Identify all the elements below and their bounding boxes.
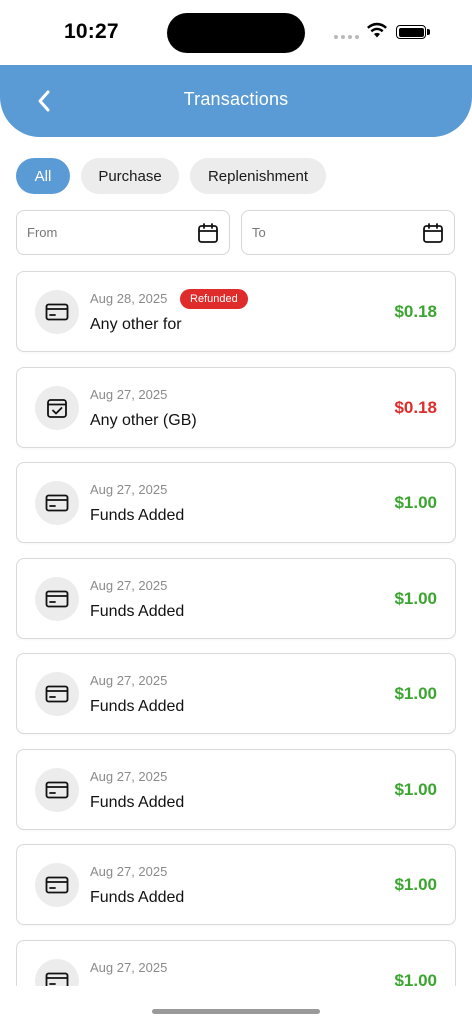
bottom-safe-area (0, 986, 472, 1024)
transaction-row[interactable]: Aug 27, 2025 Funds Added $1.00 (16, 462, 456, 543)
date-to-placeholder: To (252, 225, 266, 240)
dynamic-island (167, 13, 305, 53)
transactions-list[interactable]: Aug 28, 2025 Refunded Any other for $0.18 Au… (16, 271, 456, 986)
transaction-icon-circle (35, 290, 79, 334)
transaction-icon-circle (35, 863, 79, 907)
home-indicator[interactable] (152, 1009, 320, 1014)
calendar-check-icon (46, 397, 68, 419)
transaction-row[interactable]: Aug 27, 2025 Funds Added $1.00 (16, 748, 456, 830)
transaction-date: Aug 27, 2025 (90, 482, 168, 497)
transaction-amount: $1.00 (394, 493, 437, 512)
filter-chip-all[interactable]: All (16, 158, 70, 194)
transaction-row[interactable]: Aug 27, 2025 Funds Added $1.00 (16, 557, 456, 639)
transaction-amount: $0.18 (394, 302, 437, 321)
filter-chip-replenishment[interactable]: Replenishment (190, 158, 326, 194)
transaction-row[interactable]: Aug 27, 2025Funds Added$1.00 (16, 939, 456, 987)
transaction-icon-circle (35, 576, 79, 621)
transaction-date: Aug 27, 2025 (90, 864, 168, 879)
page-title: Transactions (183, 89, 289, 109)
status-time: 10:27 (64, 20, 119, 43)
transaction-row[interactable]: Aug 27, 2025 Funds Added $1.00 (16, 844, 456, 925)
credit-card-icon (45, 781, 69, 799)
filter-chips: All Purchase Replenishment (16, 158, 326, 194)
transaction-amount: $0.18 (394, 397, 437, 417)
status-bar: 10:27 (0, 0, 472, 64)
credit-card-icon (45, 590, 69, 608)
calendar-icon (423, 222, 443, 243)
transaction-amount: $1.00 (394, 779, 437, 799)
transaction-title: Any other for (90, 316, 182, 333)
app-header: Transactions (0, 65, 472, 137)
transaction-amount: $1.00 (394, 970, 437, 987)
credit-card-icon (45, 972, 69, 986)
credit-card-icon (45, 494, 69, 512)
transaction-row[interactable]: Aug 27, 2025 Any other (GB) $0.18 (16, 366, 456, 448)
transaction-date: Aug 28, 2025 (90, 291, 168, 306)
transaction-icon-circle (35, 958, 79, 986)
transaction-title: Funds Added (90, 602, 185, 620)
transaction-amount: $1.00 (394, 684, 437, 703)
transaction-title: Funds Added (90, 507, 185, 524)
status-badge: Refunded (180, 289, 248, 309)
transaction-icon-circle (35, 767, 79, 812)
date-from-field[interactable]: From (16, 210, 230, 255)
transaction-row[interactable]: Aug 28, 2025 Refunded Any other for $0.18 (16, 271, 456, 352)
transaction-icon-circle (35, 672, 79, 716)
transaction-date: Aug 27, 2025 (90, 768, 168, 784)
filter-chip-purchase[interactable]: Purchase (81, 158, 179, 194)
transaction-date: Aug 27, 2025 (90, 386, 168, 402)
transaction-title: Funds Added (90, 793, 185, 811)
transaction-icon-circle (35, 385, 79, 430)
cellular-signal-icon (334, 35, 359, 39)
credit-card-icon (45, 685, 69, 703)
wifi-icon (366, 21, 388, 44)
date-to-field[interactable]: To (241, 210, 455, 255)
transaction-row[interactable]: Aug 27, 2025 Funds Added $1.00 (16, 653, 456, 734)
date-from-placeholder: From (27, 225, 58, 240)
credit-card-icon (45, 876, 69, 894)
transaction-amount: $1.00 (394, 588, 437, 608)
transaction-icon-circle (35, 481, 79, 525)
transaction-title: Funds Added (90, 889, 185, 906)
credit-card-icon (45, 303, 69, 321)
transaction-title: Funds Added (90, 698, 185, 715)
calendar-icon (198, 222, 218, 243)
transaction-date: Aug 27, 2025 (90, 959, 168, 975)
transaction-date: Aug 27, 2025 (90, 577, 168, 593)
transaction-title: Any other (GB) (90, 411, 197, 429)
transaction-amount: $1.00 (394, 875, 437, 894)
transaction-date: Aug 27, 2025 (90, 673, 168, 688)
battery-icon (396, 25, 430, 39)
